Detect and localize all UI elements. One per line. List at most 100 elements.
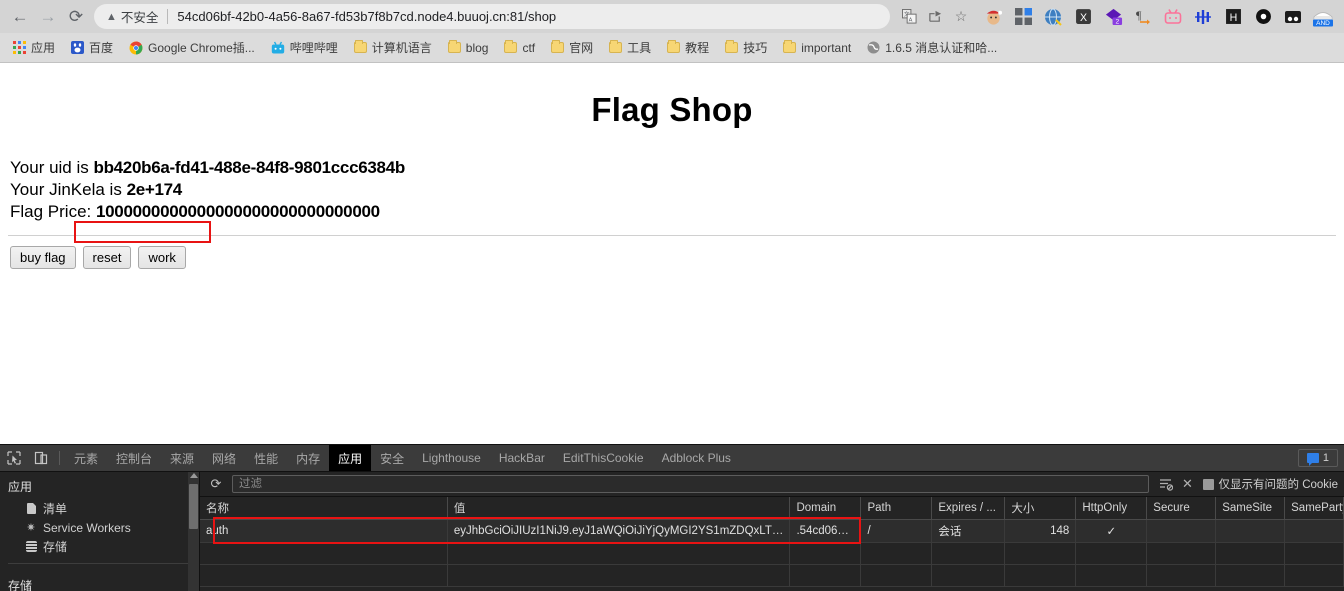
cookie-secure[interactable] [1147,520,1216,543]
tab-console[interactable]: 控制台 [107,445,161,471]
tab-security[interactable]: 安全 [371,445,413,471]
message-count: 1 [1323,452,1329,464]
buy-flag-button[interactable]: buy flag [10,246,76,269]
column-header-domain[interactable]: Domain [790,497,861,520]
svg-text:H: H [1229,12,1237,24]
tab-application[interactable]: 应用 [329,445,371,471]
tab-network[interactable]: 网络 [203,445,245,471]
column-header-path[interactable]: Path [861,497,932,520]
refresh-icon[interactable]: ⟳ [206,474,226,494]
blog-folder[interactable]: blog [441,37,496,59]
cookie-domain[interactable]: .54cd06bf... [790,520,861,543]
bookmark-label: 技巧 [743,39,767,56]
column-header-size[interactable]: 大小 [1005,497,1076,520]
forward-button[interactable]: → [34,3,62,31]
device-toolbar-icon[interactable] [27,445,54,471]
work-button[interactable]: work [138,246,185,269]
cs-language-folder[interactable]: 计算机语言 [347,37,439,59]
cookie-path[interactable]: / [861,520,932,543]
column-header-expires[interactable]: Expires / ... [932,497,1005,520]
column-header-secure[interactable]: Secure [1147,497,1216,520]
important-folder[interactable]: important [776,37,858,59]
back-button[interactable]: ← [6,3,34,31]
bookmark-label: 教程 [685,39,709,56]
reset-button[interactable]: reset [83,246,132,269]
tab-hackbar[interactable]: HackBar [490,445,554,471]
purple-diamond-extension-icon[interactable]: 2 [1100,4,1126,30]
bookmark-label: Google Chrome插... [148,39,255,56]
tab-editthiscookie[interactable]: EditThisCookie [554,445,653,471]
tab-elements[interactable]: 元素 [65,445,107,471]
sidebar-item-storage[interactable]: 存储 [0,537,199,556]
svg-text:AND: AND [1316,20,1330,27]
tutorial-folder[interactable]: 教程 [660,37,716,59]
share-icon[interactable] [922,4,948,30]
blue-globe-extension-icon[interactable] [1040,4,1066,30]
column-header-samesite[interactable]: SameSite [1216,497,1285,520]
blank-cell [1005,565,1076,587]
santa-avatar-extension-icon[interactable] [980,4,1006,30]
table-row[interactable]: auth eyJhbGciOiJIUzI1NiJ9.eyJ1aWQiOiJiYj… [200,520,1344,543]
scroll-up-arrow-icon[interactable] [190,473,198,478]
grid-apps-extension-icon[interactable] [1010,4,1036,30]
cookie-expires[interactable]: 会话 [932,520,1005,543]
column-header-name[interactable]: 名称 [200,497,447,520]
chrome-plugins-bookmark[interactable]: Google Chrome插... [122,37,262,59]
translate-icon[interactable]: 文 A [896,4,922,30]
blue-bars-extension-icon[interactable] [1190,4,1216,30]
table-row[interactable] [200,543,1344,565]
column-header-httponly[interactable]: HttpOnly [1076,497,1147,520]
cookie-samesite[interactable] [1216,520,1285,543]
bilibili-extension-icon[interactable] [1160,4,1186,30]
official-site-folder[interactable]: 官网 [544,37,600,59]
sidebar-section-storage: 存储 [0,571,199,591]
blank-cell [1005,543,1076,565]
tips-folder[interactable]: 技巧 [718,37,774,59]
and-car-extension-icon[interactable]: AND [1310,4,1336,30]
bookmark-star-icon[interactable]: ☆ [948,4,974,30]
tab-adblock-plus[interactable]: Adblock Plus [653,445,740,471]
security-status-text[interactable]: 不安全 [121,7,159,26]
x-black-extension-icon[interactable]: X [1070,4,1096,30]
sidebar-scroll-thumb[interactable] [189,484,198,529]
checkbox-icon[interactable] [1203,479,1214,490]
cookie-sameparty[interactable] [1285,520,1344,543]
baidu-bookmark[interactable]: 百度 [64,37,120,59]
cookie-filter-input[interactable] [232,475,1149,493]
pilcrow-arrow-extension-icon[interactable]: ¶ [1130,4,1156,30]
black-ring-extension-icon[interactable] [1250,4,1276,30]
address-bar[interactable]: ▲ 不安全 54cd06bf-42b0-4a56-8a67-fd53b7f8b7… [94,4,890,29]
tab-performance[interactable]: 性能 [245,445,287,471]
dual-dot-extension-icon[interactable] [1280,4,1306,30]
column-header-sameparty[interactable]: SameParty [1285,497,1344,520]
cookie-size[interactable]: 148 [1005,520,1076,543]
cookie-httponly[interactable]: ✓ [1076,520,1147,543]
column-header-value[interactable]: 值 [447,497,790,520]
cookies-panel: ⟳ ✕ 仅显示有问题的 Cookie [200,472,1344,591]
sidebar-scrollbar[interactable] [188,472,199,591]
clear-all-cookies-icon[interactable] [1155,474,1177,494]
devtools-message-badge[interactable]: 1 [1298,449,1338,467]
h-square-extension-icon[interactable]: H [1220,4,1246,30]
reload-button[interactable]: ⟳ [62,3,90,31]
inspect-element-icon[interactable] [0,445,27,471]
sidebar-item-label: Service Workers [43,521,131,535]
table-row[interactable] [200,565,1344,587]
sidebar-item-service-workers[interactable]: ✷ Service Workers [0,518,199,537]
cookie-name[interactable]: auth [200,520,447,543]
tab-memory[interactable]: 内存 [287,445,329,471]
ctf-folder[interactable]: ctf [497,37,542,59]
cookie-value[interactable]: eyJhbGciOiJIUzI1NiJ9.eyJ1aWQiOiJiYjQyMGI… [447,520,790,543]
apps-shortcut[interactable]: 应用 [6,37,62,59]
tools-folder[interactable]: 工具 [602,37,658,59]
delete-cookie-icon[interactable]: ✕ [1177,474,1199,494]
sidebar-item-manifest[interactable]: 清单 [0,499,199,518]
cookie-table-header-row: 名称 值 Domain Path Expires / ... 大小 HttpOn… [200,497,1344,520]
tab-sources[interactable]: 来源 [161,445,203,471]
message-auth-bookmark[interactable]: 1.6.5 消息认证和哈... [860,37,1004,59]
address-bar-url[interactable]: 54cd06bf-42b0-4a56-8a67-fd53b7f8b7cd.nod… [177,9,556,24]
only-problematic-cookies-toggle[interactable]: 仅显示有问题的 Cookie [1203,476,1339,492]
screen-root: ← → ⟳ ▲ 不安全 54cd06bf-42b0-4a56-8a67-fd53… [0,0,1344,591]
bilibili-bookmark[interactable]: 哔哩哔哩 [264,37,345,59]
tab-lighthouse[interactable]: Lighthouse [413,445,490,471]
